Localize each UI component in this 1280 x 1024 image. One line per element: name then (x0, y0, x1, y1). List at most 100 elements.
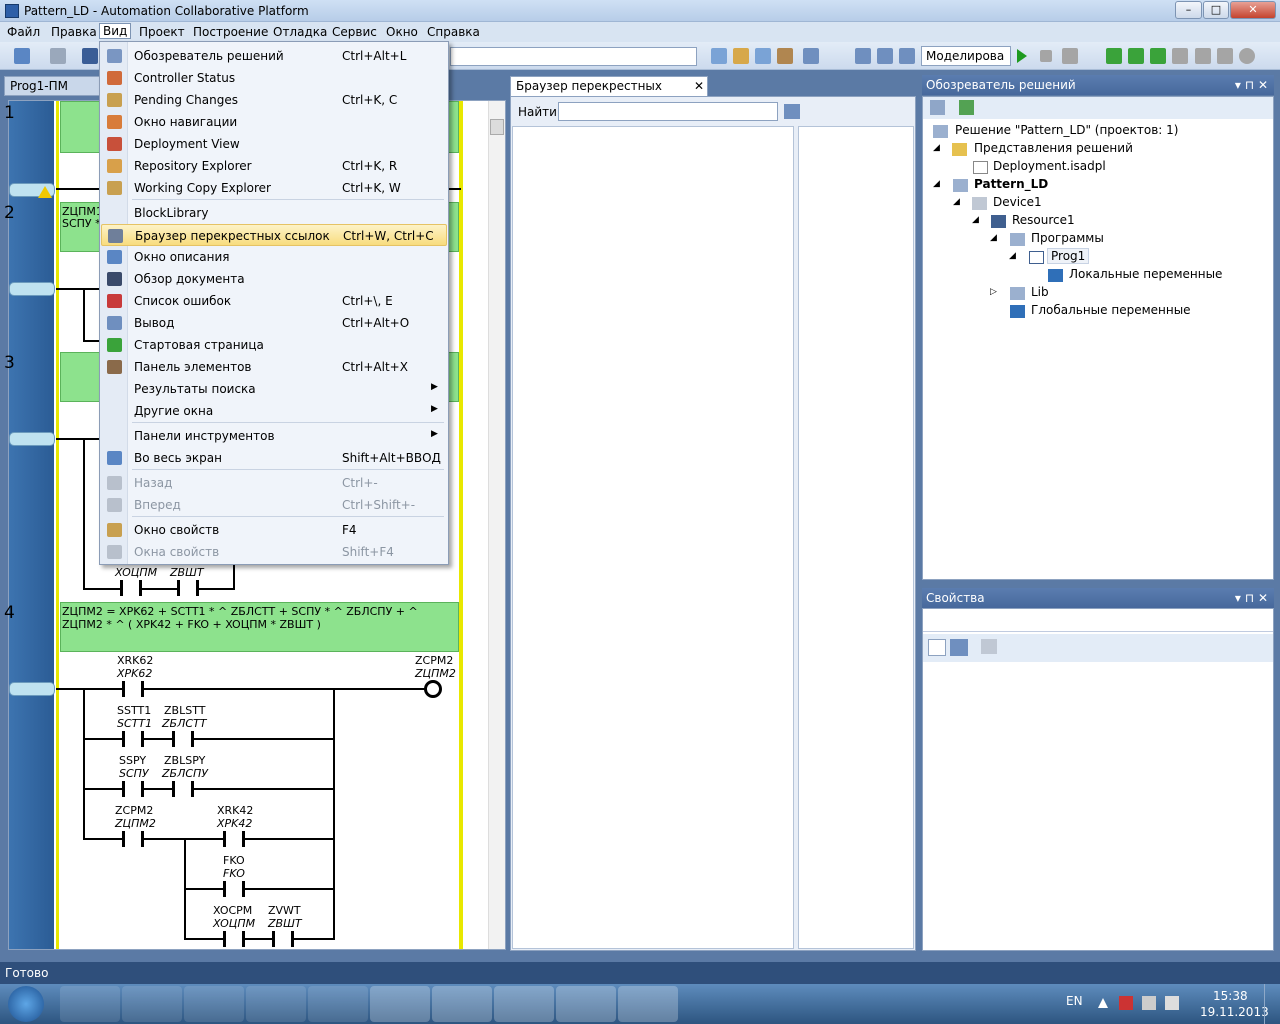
tree-item-prog1[interactable]: Prog1 (1047, 248, 1090, 264)
step-icon[interactable] (1062, 48, 1078, 64)
contact[interactable] (122, 681, 144, 697)
cross-reference-detail[interactable] (798, 126, 914, 949)
expand-icon[interactable]: ◢ (933, 143, 940, 153)
menu-item[interactable]: Вперед Ctrl+Shift+- (101, 494, 447, 516)
menu-item[interactable]: Repository Explorer Ctrl+K, R (101, 155, 447, 177)
refresh-icon[interactable] (959, 100, 974, 115)
menu-edit[interactable]: Правка (51, 25, 97, 39)
menu-debug[interactable]: Отладка (273, 25, 327, 39)
scroll-thumb[interactable] (490, 119, 504, 135)
tree-item-resource[interactable]: Resource1 (1012, 213, 1075, 227)
panel-controls[interactable]: ▾ ⊓ ✕ (1235, 591, 1268, 605)
volume-icon[interactable] (1165, 996, 1179, 1010)
menu-project[interactable]: Проект (139, 25, 185, 39)
stop-icon[interactable] (1040, 50, 1052, 62)
tree-item-global-vars[interactable]: Глобальные переменные (1031, 303, 1191, 317)
menu-tools[interactable]: Сервис (332, 25, 377, 39)
simulation-mode-select[interactable]: Моделирова (921, 46, 1011, 66)
menu-item[interactable]: Окно навигации (101, 111, 447, 133)
menu-item[interactable]: BlockLibrary (101, 202, 447, 224)
new-project-icon[interactable] (14, 48, 30, 64)
menu-item[interactable]: Стартовая страница (101, 334, 447, 356)
gear-icon[interactable] (1239, 48, 1255, 64)
menu-item[interactable]: Назад Ctrl+- (101, 472, 447, 494)
close-icon[interactable]: ✕ (694, 79, 704, 93)
tab-prog1[interactable]: Prog1-ПМ (4, 76, 109, 96)
rung-bar[interactable] (9, 432, 55, 446)
sync-icon[interactable] (1142, 996, 1156, 1010)
contact-nc[interactable] (172, 731, 194, 747)
pdf-taskbar-icon[interactable] (556, 986, 616, 1022)
clock-date[interactable]: 19.11.2013 (1200, 1005, 1269, 1019)
toolbar-icon-5[interactable] (803, 48, 819, 64)
toolbar-icon-7[interactable] (877, 48, 893, 64)
start-button[interactable] (8, 986, 44, 1022)
expand-icon[interactable]: ◢ (953, 197, 960, 207)
toolbar-icon-6[interactable] (855, 48, 871, 64)
expand-icon[interactable]: ◢ (933, 179, 940, 189)
explorer-taskbar-icon[interactable] (60, 986, 120, 1022)
contact[interactable] (223, 831, 245, 847)
acp-taskbar-icon[interactable] (432, 986, 492, 1022)
word-taskbar-icon[interactable] (494, 986, 554, 1022)
contact[interactable] (177, 580, 199, 596)
app-taskbar-icon[interactable] (308, 986, 368, 1022)
menu-item[interactable]: Обозреватель решений Ctrl+Alt+L (101, 45, 447, 67)
minimize-button[interactable]: – (1175, 1, 1202, 19)
window-taskbar-icon[interactable] (618, 986, 678, 1022)
menu-item[interactable]: Во весь экран Shift+Alt+ВВОД (101, 447, 447, 469)
contact[interactable] (122, 781, 144, 797)
cross-reference-list[interactable] (512, 126, 794, 949)
tree-item-lib[interactable]: Lib (1031, 285, 1049, 299)
menu-item[interactable]: Controller Status (101, 67, 447, 89)
contact-nc[interactable] (122, 831, 144, 847)
toolbar-icon-2[interactable] (733, 48, 749, 64)
menu-item[interactable]: Панель элементов Ctrl+Alt+X (101, 356, 447, 378)
menu-file[interactable]: Файл (7, 25, 40, 39)
media-player-taskbar-icon[interactable] (122, 986, 182, 1022)
save-taskbar-icon[interactable] (370, 986, 430, 1022)
search-icon[interactable] (784, 104, 800, 119)
toolbar-icon-1[interactable] (711, 48, 727, 64)
menu-item[interactable]: Окно описания (101, 246, 447, 268)
maximize-button[interactable]: □ (1203, 1, 1229, 19)
chrome-taskbar-icon[interactable] (246, 986, 306, 1022)
menu-item[interactable]: Deployment View (101, 133, 447, 155)
contact[interactable] (223, 881, 245, 897)
find-input[interactable] (558, 102, 778, 121)
sort-alpha-icon[interactable] (950, 639, 968, 656)
tray-arrow-icon[interactable] (1098, 998, 1108, 1008)
menu-item[interactable]: Окно свойств F4 (101, 519, 447, 541)
menu-item[interactable]: Pending Changes Ctrl+K, C (101, 89, 447, 111)
toolbar-icon-9[interactable] (1106, 48, 1122, 64)
properties-object-combo[interactable] (923, 610, 1273, 632)
toolbar-icon-14[interactable] (1217, 48, 1233, 64)
toolbar-icon-8[interactable] (899, 48, 915, 64)
tree-item-project[interactable]: Pattern_LD (974, 177, 1048, 191)
tree-item-solution[interactable]: Решение "Pattern_LD" (проектов: 1) (955, 123, 1178, 137)
properties-icon[interactable] (930, 100, 945, 115)
contact[interactable] (120, 580, 142, 596)
menu-item[interactable]: Панели инструментов ▶ (101, 425, 447, 447)
menu-view[interactable]: Вид (99, 23, 132, 39)
menu-window[interactable]: Окно (386, 25, 418, 39)
show-desktop-button[interactable] (1264, 984, 1280, 1024)
collapse-icon[interactable]: ▷ (990, 287, 997, 297)
contact[interactable] (223, 931, 245, 947)
panel-controls[interactable]: ▾ ⊓ ✕ (1235, 78, 1268, 92)
tab-cross-reference[interactable]: Браузер перекрестных ссылок ✕ (510, 76, 708, 107)
rung-bar[interactable] (9, 282, 55, 296)
coil[interactable] (424, 680, 442, 698)
toolbar-icon-4[interactable] (777, 48, 793, 64)
expand-icon[interactable]: ◢ (972, 215, 979, 225)
menu-item[interactable]: Список ошибок Ctrl+\, E (101, 290, 447, 312)
contact-nc[interactable] (172, 781, 194, 797)
menu-item[interactable]: Working Copy Explorer Ctrl+K, W (101, 177, 447, 199)
toolbar-icon-3[interactable] (755, 48, 771, 64)
tree-item-device[interactable]: Device1 (993, 195, 1042, 209)
menu-item[interactable]: Другие окна ▶ (101, 400, 447, 422)
toolbar-icon-12[interactable] (1172, 48, 1188, 64)
menu-item[interactable]: Вывод Ctrl+Alt+O (101, 312, 447, 334)
editor-scrollbar[interactable] (488, 101, 505, 949)
ie-taskbar-icon[interactable] (184, 986, 244, 1022)
